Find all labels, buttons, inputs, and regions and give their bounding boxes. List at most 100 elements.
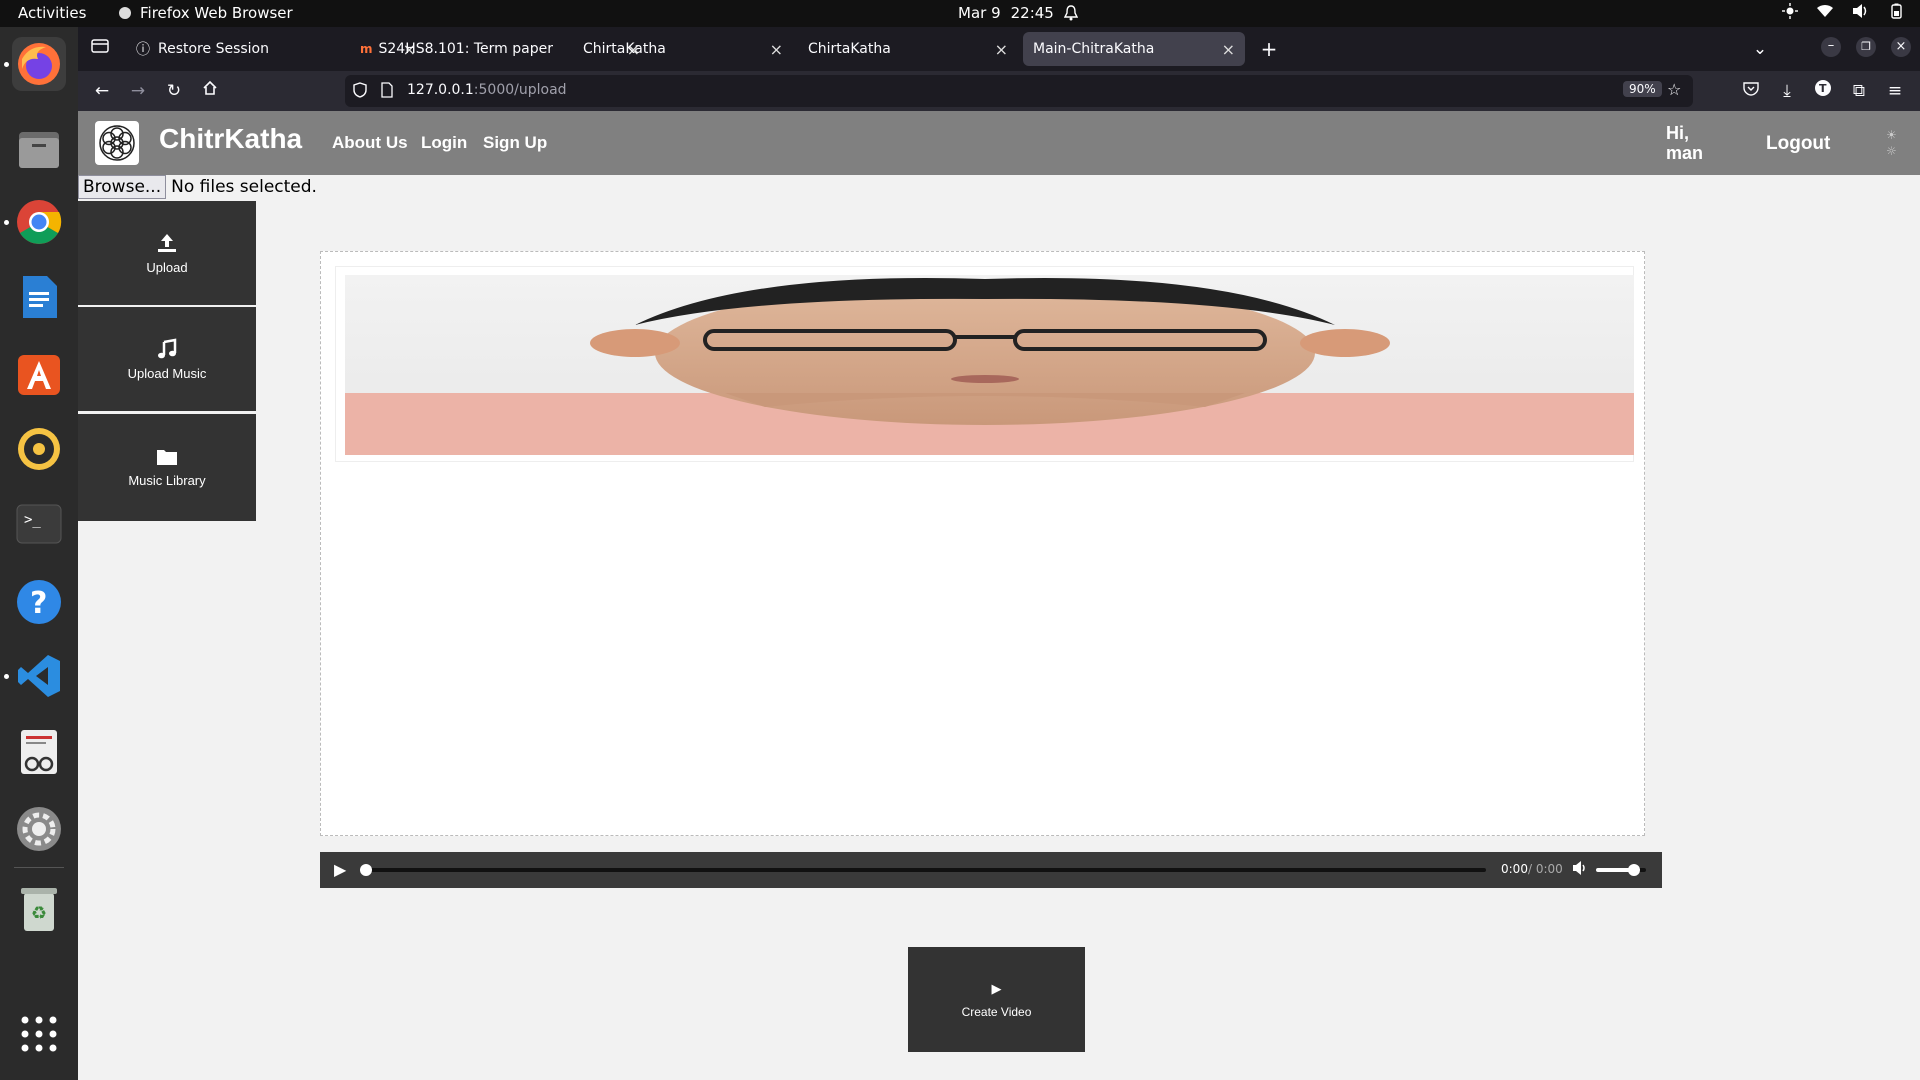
clock[interactable]: Mar 9 22:45: [958, 4, 1078, 22]
uploaded-image-card: [335, 266, 1634, 462]
reload-icon[interactable]: ↻: [162, 79, 186, 103]
tab-chirtakatha-2[interactable]: ChirtaKatha ×: [798, 32, 1018, 66]
system-top-bar: Activities Firefox Web Browser Mar 9 22:…: [0, 0, 1920, 27]
tab-title: Main-ChitraKatha: [1033, 41, 1155, 57]
close-icon[interactable]: ×: [1222, 40, 1235, 59]
upload-music-label: Upload Music: [127, 365, 207, 381]
page-info-icon[interactable]: [381, 82, 393, 102]
dock-separator: [14, 867, 64, 868]
audio-player: ▶ 0:00 / 0:00: [320, 852, 1662, 888]
browser-tab-bar: ⓘ Restore Session × m S24HS8.101: Term p…: [78, 27, 1920, 71]
ubuntu-dock: >_ ? ♻: [0, 27, 78, 1080]
writer-icon[interactable]: [12, 270, 66, 324]
file-input[interactable]: Browse... No files selected.: [78, 175, 317, 199]
help-icon[interactable]: ?: [12, 575, 66, 629]
time-current: 0:00: [1501, 862, 1528, 876]
clock-date: Mar 9: [958, 4, 1001, 22]
activities-button[interactable]: Activities: [18, 4, 86, 22]
nav-login[interactable]: Login: [421, 133, 467, 153]
notification-bell-icon: [1063, 5, 1078, 21]
brightness-icon: [1782, 3, 1798, 19]
running-indicator: [4, 62, 9, 67]
settings-icon[interactable]: [12, 802, 66, 856]
active-app-menu[interactable]: Firefox Web Browser: [118, 4, 293, 22]
logout-link[interactable]: Logout: [1766, 133, 1830, 155]
image-preview-area[interactable]: [320, 251, 1645, 836]
url-text[interactable]: 127.0.0.1:5000/upload: [407, 82, 567, 98]
document-viewer-icon[interactable]: [12, 725, 66, 779]
wifi-icon: [1817, 4, 1833, 17]
app-menu-icon[interactable]: ≡: [1883, 79, 1907, 103]
firefox-icon[interactable]: [12, 37, 66, 91]
user-greeting: Hi, man: [1666, 123, 1703, 163]
greeting-username: man: [1666, 143, 1704, 163]
nav-about-us[interactable]: About Us: [332, 133, 408, 153]
trash-icon[interactable]: ♻: [12, 882, 66, 936]
new-tab-button[interactable]: +: [1257, 37, 1281, 61]
tab-title: ChirtaKatha: [808, 41, 891, 57]
seek-handle[interactable]: [360, 864, 372, 876]
volume-handle[interactable]: [1627, 864, 1640, 876]
list-all-tabs-icon[interactable]: ⌄: [1748, 37, 1772, 61]
volume-icon[interactable]: [1572, 860, 1588, 880]
minimize-button[interactable]: –: [1821, 37, 1841, 57]
app-grid-icon[interactable]: [12, 1007, 66, 1061]
url-bar[interactable]: 127.0.0.1:5000/upload 90% ☆: [345, 75, 1693, 107]
files-icon[interactable]: [12, 122, 66, 176]
home-icon[interactable]: [198, 79, 222, 103]
vscode-icon[interactable]: [12, 649, 66, 703]
tab-overview-icon[interactable]: [88, 37, 112, 61]
active-app-name: Firefox Web Browser: [140, 4, 293, 22]
close-icon[interactable]: ×: [770, 40, 783, 59]
create-video-button[interactable]: ▶ Create Video: [908, 947, 1085, 1052]
brand-name[interactable]: ChitrKatha: [159, 123, 302, 155]
browser-navigation-bar: ← → ↻ 127.0.0.1:5000/upload 90% ☆ ⤓ T ⧉ …: [78, 71, 1920, 111]
rhythmbox-icon[interactable]: [12, 422, 66, 476]
downloads-icon[interactable]: ⤓: [1775, 79, 1799, 103]
sun-icon: ☀: [1886, 128, 1897, 142]
tracking-protection-icon[interactable]: [353, 82, 367, 102]
time-duration: / 0:00: [1528, 862, 1563, 876]
upload-music-button[interactable]: Upload Music: [78, 307, 256, 411]
upload-icon: [158, 233, 176, 252]
back-icon[interactable]: ←: [90, 79, 114, 103]
tab-chirtakatha-1[interactable]: ChirtaKatha ×: [573, 32, 793, 66]
music-library-button[interactable]: Music Library: [78, 414, 256, 521]
nav-sign-up[interactable]: Sign Up: [483, 133, 547, 153]
zoom-level-badge[interactable]: 90%: [1623, 81, 1662, 97]
forward-icon[interactable]: →: [126, 79, 150, 103]
svg-text:?: ?: [30, 586, 47, 621]
chitrakatha-logo-icon[interactable]: [95, 121, 139, 165]
play-icon[interactable]: ▶: [334, 860, 346, 879]
running-indicator: [4, 674, 9, 679]
restore-button[interactable]: ❐: [1856, 37, 1876, 57]
info-icon: ⓘ: [136, 42, 150, 58]
account-icon[interactable]: T: [1811, 79, 1835, 103]
chrome-icon[interactable]: [12, 195, 66, 249]
music-library-label: Music Library: [128, 473, 206, 488]
clock-time: 22:45: [1010, 4, 1054, 22]
url-path: :5000/upload: [473, 82, 567, 98]
theme-toggle[interactable]: ☀ ☼: [1886, 127, 1897, 159]
uploaded-photo[interactable]: [345, 275, 1634, 455]
file-input-status: No files selected.: [171, 177, 317, 197]
tab-title: ChirtaKatha: [583, 41, 666, 57]
pocket-icon[interactable]: [1739, 79, 1763, 103]
browse-button[interactable]: Browse...: [78, 175, 167, 199]
svg-text:♻: ♻: [31, 903, 47, 924]
tab-main-chitrakatha[interactable]: Main-ChitraKatha ×: [1023, 32, 1245, 66]
window-close-button[interactable]: ×: [1891, 37, 1911, 57]
software-icon[interactable]: [12, 347, 66, 401]
create-video-label: Create Video: [961, 1004, 1032, 1019]
extensions-icon[interactable]: ⧉: [1847, 79, 1871, 103]
web-page: ChitrKatha About Us Login Sign Up Hi, ma…: [78, 111, 1920, 1080]
seek-bar[interactable]: [366, 868, 1486, 872]
upload-label: Upload: [146, 259, 188, 275]
bookmark-star-icon[interactable]: ☆: [1667, 80, 1681, 99]
svg-text:T: T: [1819, 82, 1827, 95]
close-icon[interactable]: ×: [995, 40, 1008, 59]
upload-button[interactable]: Upload: [78, 201, 256, 305]
terminal-icon[interactable]: >_: [12, 497, 66, 551]
system-tray[interactable]: [1782, 3, 1904, 19]
battery-icon: [1891, 3, 1902, 19]
